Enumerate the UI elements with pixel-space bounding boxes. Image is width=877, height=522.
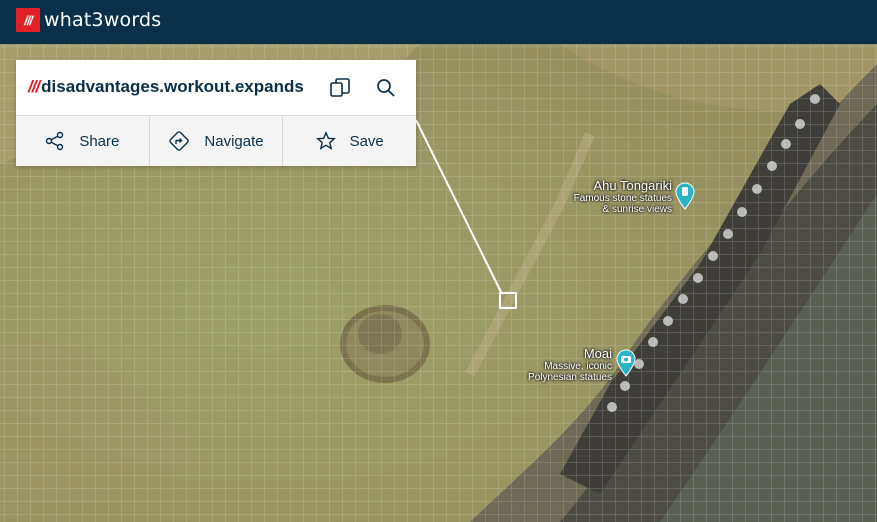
address-prefix: /// [28,77,40,96]
poi-moai[interactable]: Moai Massive, iconic Polynesian statues [500,346,612,383]
star-icon [315,131,336,150]
what3words-logo[interactable]: /// what3words [16,8,161,32]
action-bar: Share Navigate Save [16,116,416,166]
navigate-label: Navigate [204,132,264,150]
three-word-address[interactable]: ///disadvantages.workout.expands [28,77,304,97]
poi-subtitle: Massive, iconic [544,361,612,372]
poi-title: Moai [583,346,612,361]
address-words: disadvantages.workout.expands [41,77,304,96]
share-icon [46,131,64,151]
top-bar: /// what3words [0,0,877,44]
brand-name: what3words [44,9,162,31]
save-label: Save [349,132,384,150]
poi-subtitle: Famous stone statues [573,193,672,204]
search-icon[interactable] [372,74,400,102]
save-button[interactable]: Save [283,116,416,166]
logo-mark: /// [16,8,40,32]
address-card: ///disadvantages.workout.expands Share N… [16,60,416,166]
copy-icon[interactable] [326,74,354,102]
statue-icon[interactable] [675,182,695,210]
share-button[interactable]: Share [16,116,150,166]
address-row: ///disadvantages.workout.expands [16,60,416,116]
directions-icon [169,131,190,151]
navigate-button[interactable]: Navigate [150,116,284,166]
poi-ahu-tongariki[interactable]: Ahu Tongariki Famous stone statues & sun… [540,178,672,215]
camera-icon[interactable] [616,349,636,377]
poi-subtitle: & sunrise views [602,204,672,215]
share-label: Share [79,132,120,150]
poi-subtitle: Polynesian statues [528,372,612,383]
poi-title: Ahu Tongariki [593,178,672,193]
